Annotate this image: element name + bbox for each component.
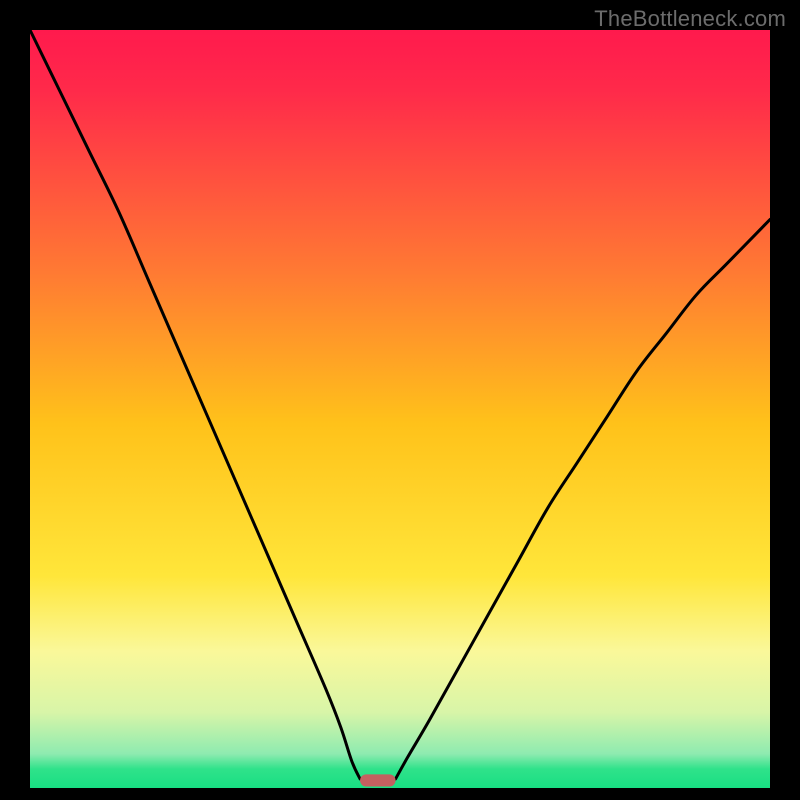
- chart-stage: TheBottleneck.com: [0, 0, 800, 800]
- gradient-background: [30, 30, 770, 788]
- watermark-text: TheBottleneck.com: [594, 6, 786, 32]
- chart-svg: [30, 30, 770, 788]
- minimum-marker: [360, 774, 396, 786]
- plot-area: [30, 30, 770, 788]
